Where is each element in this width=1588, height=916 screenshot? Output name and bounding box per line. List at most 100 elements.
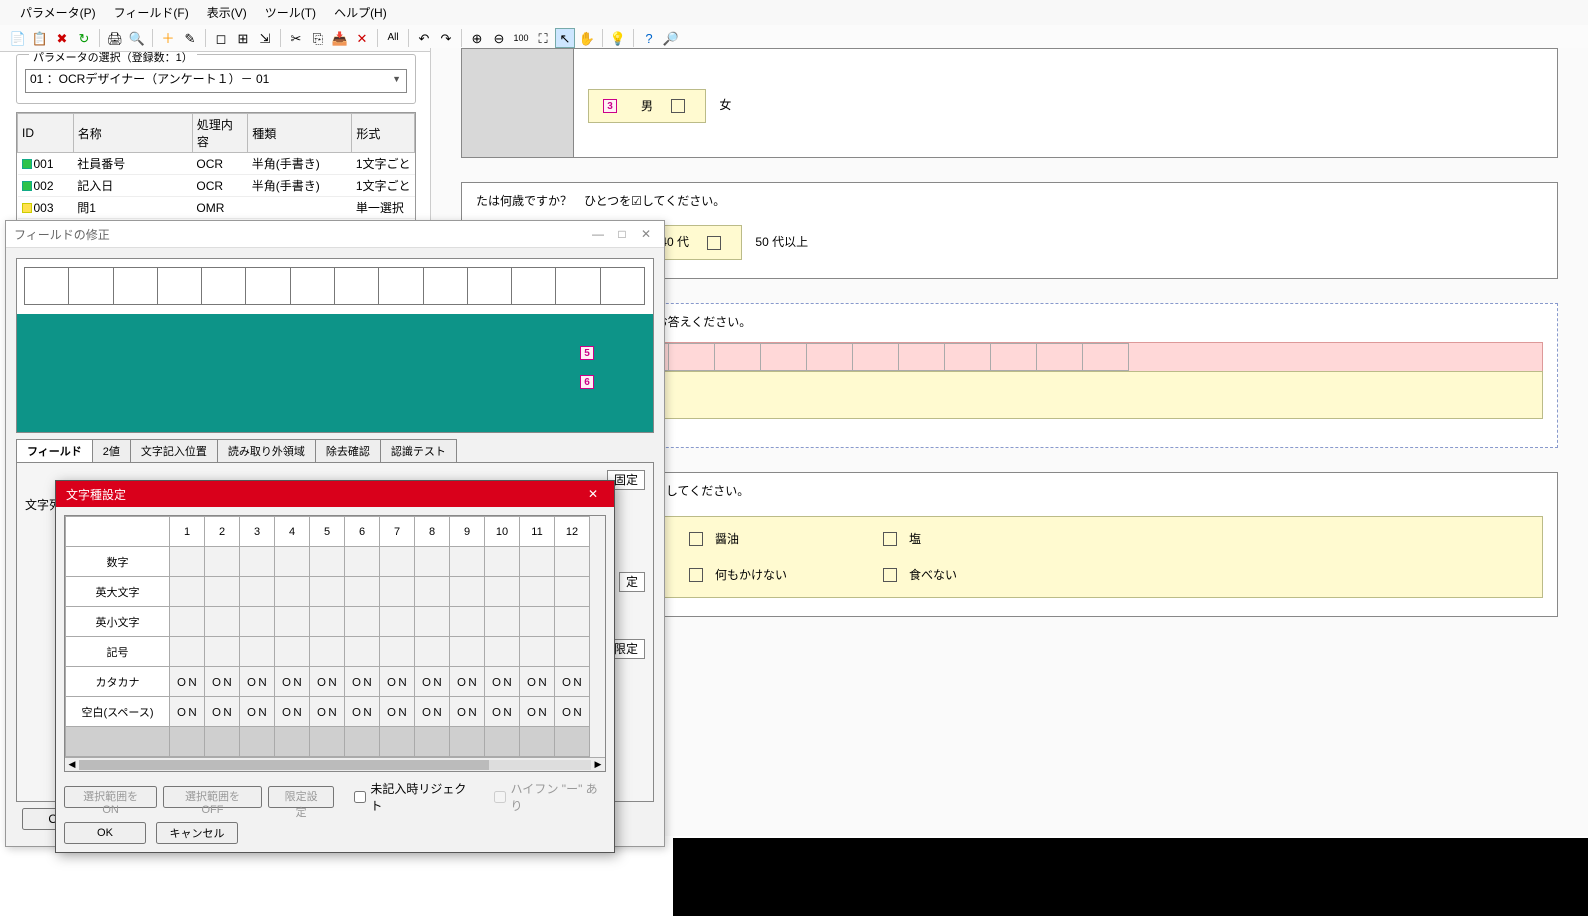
limit-button[interactable]: 定 <box>619 572 645 592</box>
q3-tag6-icon: 6 <box>580 375 594 389</box>
delete-icon[interactable]: ✕ <box>352 28 372 48</box>
char-type-row[interactable]: 英大文字 <box>66 577 590 607</box>
menu-parameter[interactable]: パラメータ(P) <box>20 4 96 21</box>
dlg-ok-button[interactable]: OK <box>64 822 146 844</box>
bottom-strip <box>673 838 1588 916</box>
char-type-row[interactable]: 英小文字 <box>66 607 590 637</box>
col-id[interactable]: ID <box>18 114 74 153</box>
q1-side <box>462 49 574 157</box>
char-type-grid[interactable]: 123456789101112数字英大文字英小文字記号カタカナＯＮＯＮＯＮＯＮＯ… <box>64 515 606 772</box>
close-icon[interactable]: ✕ <box>636 225 656 243</box>
q2-tail: 50 代以上 <box>755 235 808 249</box>
undo-icon[interactable]: ↶ <box>414 28 434 48</box>
col-name[interactable]: 名称 <box>73 114 192 153</box>
q2-text: たは何歳ですか？ ひとつを☑してください。 <box>476 191 1543 211</box>
q3-tag5-icon: 5 <box>580 346 594 360</box>
q1-male-label: 男 <box>641 96 653 116</box>
parameter-select[interactable]: 01 ：OCRデザイナー（アンケート１）－ 01 <box>25 69 407 93</box>
all-button[interactable]: All <box>383 28 403 48</box>
zoom-out-icon[interactable]: ⊖ <box>489 28 509 48</box>
subwin-tab-3[interactable]: 読み取り外領域 <box>217 439 316 462</box>
col-type[interactable]: 種類 <box>248 114 352 153</box>
parameter-group: パラメータの選択（登録数：1） 01 ：OCRデザイナー（アンケート１）－ 01 <box>16 54 416 104</box>
maximize-icon[interactable]: □ <box>612 225 632 243</box>
table-row[interactable]: 002記入日OCR半角(手書き)1文字ごと <box>18 175 415 197</box>
subwin-tab-0[interactable]: フィールド <box>16 439 93 462</box>
checkbox-icon <box>707 236 721 250</box>
q1-female-label: 女 <box>719 98 731 112</box>
subwin-tab-1[interactable]: 2値 <box>92 439 131 462</box>
char-type-row[interactable]: 記号 <box>66 637 590 667</box>
dlg-title-text: 文字種設定 <box>66 486 126 503</box>
field-preview <box>16 258 654 433</box>
dlg-close-icon[interactable]: ✕ <box>582 485 604 503</box>
char-type-dialog: 文字種設定 ✕ 123456789101112数字英大文字英小文字記号カタカナＯ… <box>55 480 615 853</box>
grid-scrollbar[interactable]: ◀ ▶ <box>65 757 605 771</box>
new-icon[interactable]: 📄 <box>8 28 28 48</box>
checkbox-icon <box>883 568 897 582</box>
print-icon[interactable]: 🖨 <box>105 28 125 48</box>
search-icon[interactable]: 🔎 <box>661 28 681 48</box>
q3-kana-cells[interactable] <box>576 342 1543 372</box>
redo-icon[interactable]: ↷ <box>436 28 456 48</box>
fit-icon[interactable]: ⛶ <box>533 28 553 48</box>
checkbox-icon <box>689 568 703 582</box>
tip-icon[interactable]: 💡 <box>608 28 628 48</box>
help-icon[interactable]: ? <box>639 28 659 48</box>
minimize-icon[interactable]: — <box>588 225 608 243</box>
zoom-in-icon[interactable]: ⊕ <box>467 28 487 48</box>
menu-tool[interactable]: ツール(T) <box>265 4 316 21</box>
limit-set-button[interactable]: 限定設定 <box>268 786 335 808</box>
select-rect2-icon[interactable]: ⊞ <box>233 28 253 48</box>
char-type-row[interactable]: 数字 <box>66 547 590 577</box>
scroll-right-icon[interactable]: ▶ <box>591 759 605 770</box>
align-icon[interactable]: ⇲ <box>255 28 275 48</box>
range-off-button[interactable]: 選択範囲をOFF <box>163 786 262 808</box>
copy2-icon[interactable]: ⎘ <box>308 28 328 48</box>
q4-r1-2: 塩 <box>909 529 921 549</box>
table-row[interactable]: 003問1OMR単一選択 <box>18 197 415 219</box>
subwin-tab-2[interactable]: 文字記入位置 <box>130 439 218 462</box>
q4-r2-2: 食べない <box>909 565 957 585</box>
q1-tag-icon: 3 <box>603 99 617 113</box>
edit-icon[interactable]: ✎ <box>180 28 200 48</box>
scroll-left-icon[interactable]: ◀ <box>65 759 79 770</box>
parameter-legend: パラメータの選択（登録数：1） <box>29 52 197 64</box>
subwin-tab-4[interactable]: 除去確認 <box>315 439 381 462</box>
preview-icon[interactable]: 🔍 <box>127 28 147 48</box>
menu-help[interactable]: ヘルプ(H) <box>334 4 387 21</box>
q1-option-male[interactable]: 3 男 <box>588 89 706 123</box>
subwin-tab-5[interactable]: 認識テスト <box>380 439 457 462</box>
q4-r1-1: 醤油 <box>715 529 739 549</box>
delete-page-icon[interactable]: ✖ <box>52 28 72 48</box>
q1-block: 3 男 女 <box>461 48 1558 158</box>
col-format[interactable]: 形式 <box>352 114 415 153</box>
table-row[interactable]: 001社員番号OCR半角(手書き)1文字ごと <box>18 153 415 175</box>
paste-icon[interactable]: 📥 <box>330 28 350 48</box>
checkbox-icon <box>883 532 897 546</box>
refresh-icon[interactable]: ↻ <box>74 28 94 48</box>
menu-view[interactable]: 表示(V) <box>207 4 247 21</box>
q4-r2-1: 何もかけない <box>715 565 787 585</box>
select-rect-icon[interactable]: ◻ <box>211 28 231 48</box>
zoom-100-icon[interactable]: 100 <box>511 28 531 48</box>
dlg-cancel-button[interactable]: キャンセル <box>156 822 238 844</box>
copy-icon[interactable]: 📋 <box>30 28 50 48</box>
pointer-icon[interactable]: ↖ <box>555 28 575 48</box>
col-proc[interactable]: 処理内容 <box>192 114 247 153</box>
q3-name-field[interactable] <box>576 371 1543 419</box>
menubar: パラメータ(P) フィールド(F) 表示(V) ツール(T) ヘルプ(H) <box>0 0 1588 25</box>
hyphen-checkbox[interactable]: ハイフン "ー" あり <box>494 780 606 814</box>
hand-icon[interactable]: ✋ <box>577 28 597 48</box>
add-icon[interactable]: ＋ <box>158 28 178 48</box>
char-type-row[interactable]: 空白(スペース)ＯＮＯＮＯＮＯＮＯＮＯＮＯＮＯＮＯＮＯＮＯＮＯＮ <box>66 697 590 727</box>
menu-field[interactable]: フィールド(F) <box>114 4 189 21</box>
char-type-row[interactable]: カタカナＯＮＯＮＯＮＯＮＯＮＯＮＯＮＯＮＯＮＯＮＯＮＯＮ <box>66 667 590 697</box>
checkbox-icon <box>671 99 685 113</box>
range-on-button[interactable]: 選択範囲をON <box>64 786 157 808</box>
checkbox-icon <box>689 532 703 546</box>
reject-checkbox[interactable]: 未記入時リジェクト <box>354 780 474 814</box>
subwin-tabs: フィールド 2値 文字記入位置 読み取り外領域 除去確認 認識テスト <box>16 439 654 462</box>
subwin-title-text: フィールドの修正 <box>14 226 110 243</box>
cut-icon[interactable]: ✂ <box>286 28 306 48</box>
